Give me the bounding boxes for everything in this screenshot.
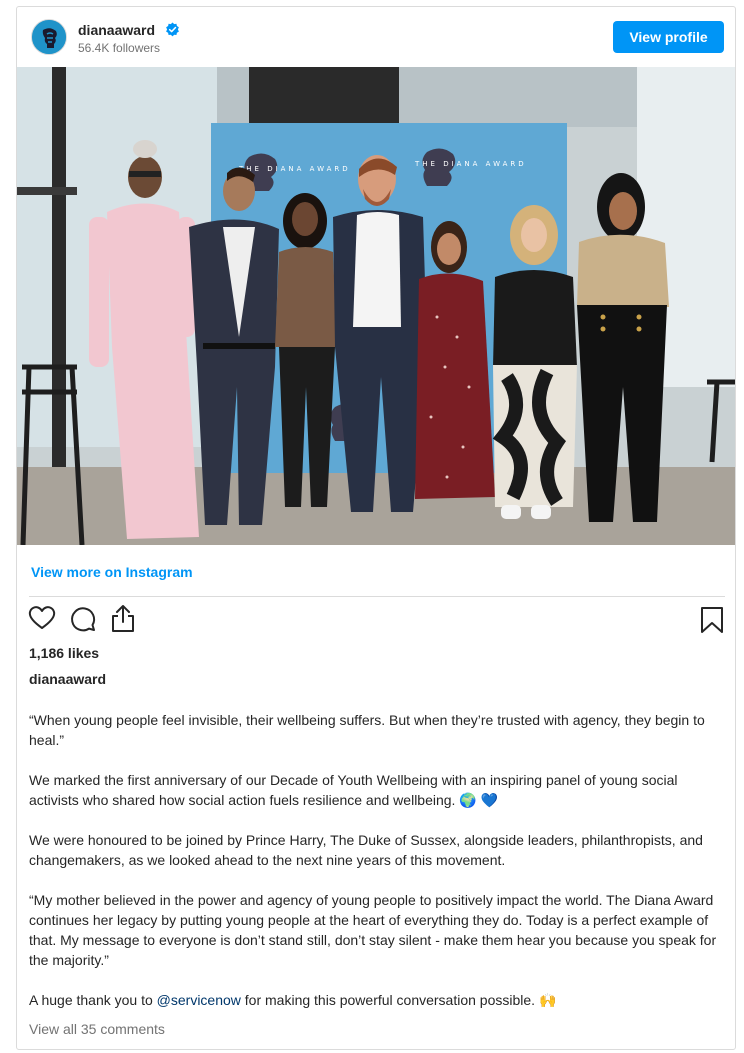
banner-logo-text: THE DIANA AWARD (414, 160, 527, 168)
diana-award-logo-icon (32, 20, 66, 54)
heart-icon[interactable] (28, 605, 56, 631)
profile-username[interactable]: dianaaward (78, 22, 155, 38)
view-all-comments-link[interactable]: View all 35 comments (29, 1021, 165, 1037)
like-count[interactable]: 1,186 likes (29, 645, 99, 661)
banner-logo-text: THE DIANA AWARD (238, 165, 351, 173)
divider (29, 596, 725, 597)
bookmark-icon[interactable] (700, 606, 724, 634)
caption-paragraph-3: We were honoured to be joined by Prince … (29, 832, 703, 868)
post-header: dianaaward 56.4K followers View profile (17, 7, 735, 67)
globe-heart-emoji: 🌍 💙 (459, 792, 499, 808)
group-photo-illustration: THE DIANA AWARD THE DIANA AWARD (17, 67, 735, 545)
servicenow-mention-link[interactable]: @servicenow (157, 992, 241, 1008)
caption-paragraph-5: A huge thank you to @servicenow for maki… (29, 992, 557, 1008)
share-icon[interactable] (109, 603, 137, 633)
comment-icon[interactable] (69, 605, 97, 633)
post-caption: “When young people feel invisible, their… (29, 710, 723, 1030)
profile-avatar[interactable] (31, 19, 67, 55)
caption-paragraph-4: “My mother believed in the power and age… (29, 892, 717, 968)
caption-paragraph-2: We marked the first anniversary of our D… (29, 772, 678, 808)
view-more-on-instagram-link[interactable]: View more on Instagram (31, 564, 193, 580)
raised-hands-emoji: 🙌 (538, 992, 557, 1008)
post-photo[interactable]: THE DIANA AWARD THE DIANA AWARD (17, 67, 735, 545)
verified-badge-icon (166, 22, 179, 37)
caption-quote: “When young people feel invisible, their… (29, 712, 705, 748)
caption-username[interactable]: dianaaward (29, 671, 106, 687)
view-profile-button[interactable]: View profile (613, 21, 724, 53)
follower-count: 56.4K followers (78, 41, 161, 55)
instagram-embed-card: dianaaward 56.4K followers View profile (16, 6, 736, 1050)
